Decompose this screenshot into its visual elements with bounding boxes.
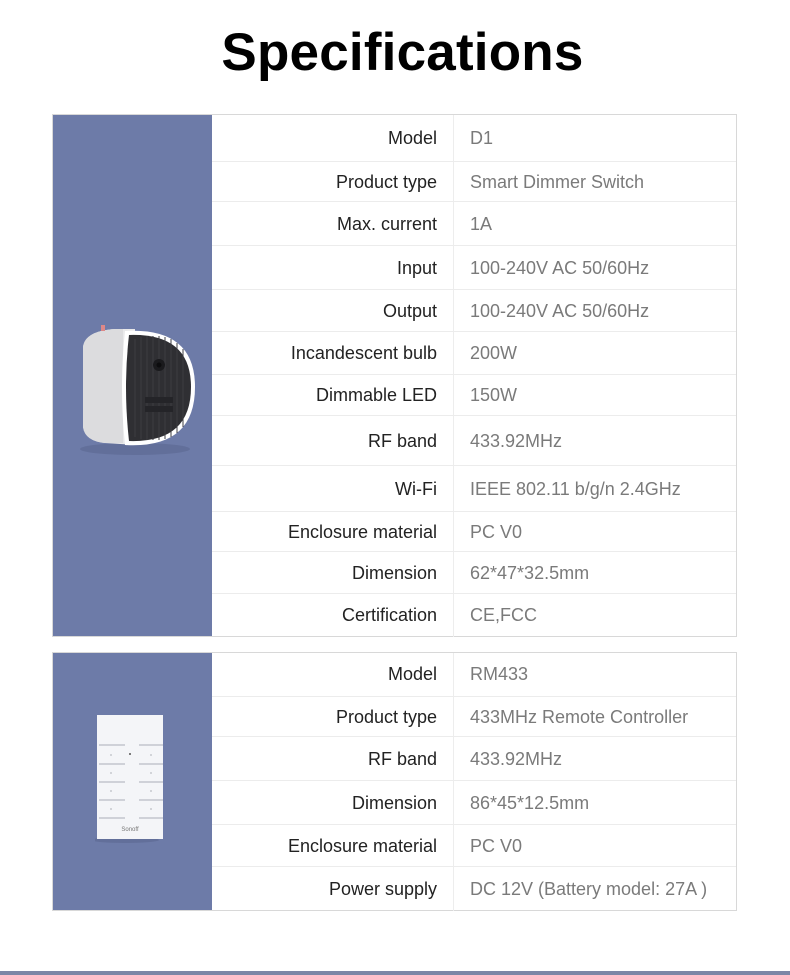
spec-value: Smart Dimmer Switch: [470, 171, 645, 192]
spec-table-rm433: Sonoff Model RM433 Product type 433MHz R…: [52, 652, 737, 911]
column-divider: [453, 552, 454, 594]
spec-label: Product type: [335, 171, 437, 192]
spec-label: Power supply: [328, 878, 437, 899]
spec-label: Enclosure material: [287, 521, 437, 542]
spec-value: 100-240V AC 50/60Hz: [470, 300, 650, 321]
spec-row: Dimension 62*47*32.5mm: [212, 551, 736, 594]
spec-label: Dimension: [351, 562, 437, 583]
column-divider: [453, 594, 454, 637]
spec-value: D1: [470, 127, 494, 148]
column-divider: [453, 737, 454, 781]
product-image-panel: Sonoff: [53, 653, 212, 910]
spec-label: Certification: [341, 605, 437, 625]
spec-label: Incandescent bulb: [290, 343, 437, 363]
spec-rows: Model RM433 Product type 433MHz Remote C…: [212, 653, 736, 911]
footer-divider: [0, 971, 790, 975]
spec-row: RF band 433.92MHz: [212, 415, 736, 466]
spec-table-d1: Model D1 Product type Smart Dimmer Switc…: [52, 114, 737, 637]
column-divider: [453, 512, 454, 552]
spec-value: 200W: [470, 343, 518, 363]
column-divider: [453, 332, 454, 375]
column-divider: [453, 246, 454, 290]
spec-row: Input 100-240V AC 50/60Hz: [212, 245, 736, 290]
column-divider: [453, 867, 454, 911]
spec-value: 433.92MHz: [470, 430, 563, 451]
spec-rows: Model D1 Product type Smart Dimmer Switc…: [212, 115, 736, 637]
brand-logo: Sonoff: [121, 827, 139, 833]
remote-controller-device-image: Sonoff: [95, 715, 163, 843]
page-title: Specifications: [221, 23, 584, 82]
spec-label: Enclosure material: [287, 835, 437, 856]
spec-value: 1A: [470, 213, 493, 234]
spec-row: Certification CE,FCC: [212, 593, 736, 637]
spec-row: Wi-Fi IEEE 802.11 b/g/n 2.4GHz: [212, 465, 736, 512]
column-divider: [453, 653, 454, 696]
spec-row: Product type Smart Dimmer Switch: [212, 161, 736, 202]
spec-value: DC 12V (Battery model: 27A ): [470, 878, 708, 899]
spec-value: CE,FCC: [470, 605, 537, 625]
column-divider: [453, 202, 454, 246]
spec-row: Power supply DC 12V (Battery model: 27A …: [212, 866, 736, 911]
column-divider: [453, 697, 454, 737]
product-image-panel: [53, 115, 212, 636]
spec-value: 150W: [470, 385, 518, 405]
spec-value: 100-240V AC 50/60Hz: [470, 257, 650, 278]
spec-row: Enclosure material PC V0: [212, 824, 736, 867]
column-divider: [453, 115, 454, 161]
spec-label: RF band: [367, 430, 437, 451]
spec-row: Model RM433: [212, 653, 736, 696]
column-divider: [453, 162, 454, 202]
spec-row: Product type 433MHz Remote Controller: [212, 696, 736, 737]
spec-label: Input: [396, 257, 437, 278]
spec-value: RM433: [470, 664, 529, 684]
spec-value: PC V0: [470, 521, 523, 542]
spec-label: Max. current: [336, 213, 437, 234]
spec-row: Max. current 1A: [212, 201, 736, 246]
column-divider: [453, 375, 454, 416]
spec-value: 433MHz Remote Controller: [470, 706, 689, 727]
spec-row: RF band 433.92MHz: [212, 736, 736, 781]
spec-row: Enclosure material PC V0: [212, 511, 736, 552]
spec-label: Dimension: [351, 792, 437, 813]
column-divider: [453, 416, 454, 466]
column-divider: [453, 466, 454, 512]
spec-value: 62*47*32.5mm: [470, 562, 590, 583]
spec-value: 433.92MHz: [470, 748, 563, 769]
dimmer-switch-device-image: [80, 325, 195, 455]
spec-label: Dimmable LED: [315, 385, 437, 405]
spec-label: Model: [387, 127, 437, 148]
spec-row: Incandescent bulb 200W: [212, 331, 736, 375]
spec-label: Output: [382, 300, 437, 321]
spec-row: Model D1: [212, 115, 736, 161]
spec-value: 86*45*12.5mm: [470, 792, 590, 813]
column-divider: [453, 781, 454, 825]
spec-label: Wi-Fi: [395, 478, 437, 499]
column-divider: [453, 290, 454, 332]
spec-label: Product type: [335, 706, 437, 727]
spec-row: Dimension 86*45*12.5mm: [212, 780, 736, 825]
spec-value: IEEE 802.11 b/g/n 2.4GHz: [470, 478, 681, 499]
spec-value: PC V0: [470, 835, 523, 856]
spec-row: Output 100-240V AC 50/60Hz: [212, 289, 736, 332]
spec-label: RF band: [367, 748, 437, 769]
column-divider: [453, 825, 454, 867]
spec-label: Model: [387, 664, 437, 684]
spec-row: Dimmable LED 150W: [212, 374, 736, 416]
